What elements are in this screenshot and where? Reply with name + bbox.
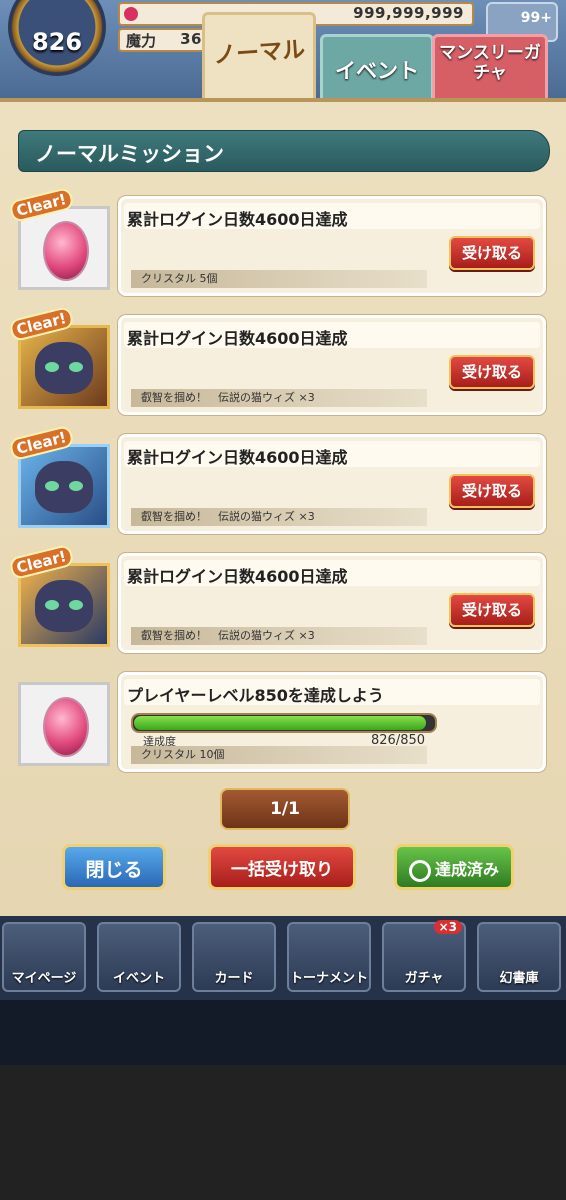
claim-button[interactable]: 受け取る	[449, 593, 535, 627]
completed-button-label: 達成済み	[434, 860, 499, 879]
nav-card[interactable]: カード	[192, 922, 276, 992]
player-level: 826	[31, 28, 83, 56]
panel-title: ノーマルミッション	[35, 142, 224, 166]
mission-reward: 叡智を掴め！ 伝説の猫ウィズ ×3	[131, 508, 427, 526]
crystal-icon	[43, 221, 89, 281]
refresh-icon	[408, 859, 431, 882]
magic-value: 36	[180, 30, 202, 48]
mission-reward: 叡智を掴め！ 伝説の猫ウィズ ×3	[131, 389, 427, 407]
mission-reward: クリスタル 5個	[131, 270, 427, 288]
magic-counter: 魔力 36	[118, 28, 212, 52]
nav-event[interactable]: イベント	[97, 922, 181, 992]
close-button[interactable]: 閉じる	[62, 844, 166, 890]
mission-title: 累計ログイン日数4600日達成	[127, 329, 348, 348]
tab-event-label: イベント	[335, 59, 419, 83]
tab-monthly-label: マンスリーガチャ	[439, 43, 541, 83]
panel-header: ノーマルミッション	[18, 130, 550, 172]
mission-item: Clear! 累計ログイン日数4600日達成 受け取る 叡智を掴め！ 伝説の猫ウ…	[8, 543, 548, 657]
mission-item: プレイヤーレベル850を達成しよう 達成度 826/850 クリスタル 10個	[18, 672, 548, 776]
nav-mypage[interactable]: マイページ	[2, 922, 86, 992]
footer-area	[0, 1000, 566, 1065]
mission-reward: クリスタル 10個	[131, 746, 427, 764]
cat-wiz-icon	[35, 461, 93, 513]
crystal-icon	[43, 697, 89, 757]
mission-item: Clear! 累計ログイン日数4600日達成 受け取る 叡智を掴め！ 伝説の猫ウ…	[8, 305, 548, 419]
game-screen: 826 999,999,999 魔力 36 99+ ノーマル イベント マンスリ…	[0, 0, 566, 1065]
progress-fill	[134, 716, 426, 730]
mission-item: Clear! 累計ログイン日数4600日達成 受け取る 叡智を掴め！ 伝説の猫ウ…	[8, 424, 548, 538]
nav-label: トーナメント	[289, 971, 368, 986]
nav-label: カード	[214, 971, 254, 986]
nav-label: マイページ	[11, 971, 77, 986]
page-indicator[interactable]: 1/1	[220, 788, 350, 830]
mission-card: プレイヤーレベル850を達成しよう 達成度 826/850 クリスタル 10個	[118, 672, 546, 772]
present-count: 99+	[520, 10, 552, 26]
nav-gacha[interactable]: ×3 ガチャ	[382, 920, 466, 992]
nav-label: イベント	[112, 971, 165, 986]
gold-value: 999,999,999	[353, 4, 464, 22]
bottom-nav: マイページ イベント カード トーナメント ×3 ガチャ 幻書庫	[0, 916, 566, 1000]
tab-normal-label: ノーマル	[212, 36, 307, 70]
mission-reward: 叡智を掴め！ 伝説の猫ウィズ ×3	[131, 627, 427, 645]
mission-item: Clear! 累計ログイン日数4600日達成 受け取る クリスタル 5個	[8, 186, 548, 300]
mission-card: 累計ログイン日数4600日達成 受け取る 叡智を掴め！ 伝説の猫ウィズ ×3	[118, 553, 546, 653]
tab-event[interactable]: イベント	[320, 34, 434, 104]
mission-title: 累計ログイン日数4600日達成	[127, 210, 348, 229]
cat-wiz-icon	[35, 342, 93, 394]
player-level-badge[interactable]: 826	[8, 0, 106, 76]
gem-icon	[124, 7, 138, 21]
nav-label: 幻書庫	[499, 971, 539, 986]
cat-wiz-icon	[35, 580, 93, 632]
empty-area	[0, 1065, 566, 1200]
magic-label: 魔力	[126, 32, 157, 50]
gacha-badge: ×3	[433, 920, 462, 934]
completed-button[interactable]: 達成済み	[394, 844, 514, 890]
tab-monthly-gacha[interactable]: マンスリーガチャ	[432, 34, 548, 104]
mission-card: 累計ログイン日数4600日達成 受け取る 叡智を掴め！ 伝説の猫ウィズ ×3	[118, 315, 546, 415]
claim-button[interactable]: 受け取る	[449, 355, 535, 389]
claim-button[interactable]: 受け取る	[449, 236, 535, 270]
mission-card: 累計ログイン日数4600日達成 受け取る クリスタル 5個	[118, 196, 546, 296]
progress-bar	[131, 713, 437, 733]
mission-title: 累計ログイン日数4600日達成	[127, 567, 348, 586]
tab-normal[interactable]: ノーマル	[202, 12, 316, 108]
nav-label: ガチャ	[404, 971, 444, 986]
reward-thumbnail	[18, 682, 110, 766]
mission-title: 累計ログイン日数4600日達成	[127, 448, 348, 467]
mission-panel: ノーマルミッション Clear! 累計ログイン日数4600日達成 受け取る クリ…	[0, 98, 566, 924]
mission-title: プレイヤーレベル850を達成しよう	[127, 686, 384, 705]
nav-library[interactable]: 幻書庫	[477, 922, 561, 992]
claim-button[interactable]: 受け取る	[449, 474, 535, 508]
nav-tournament[interactable]: トーナメント	[287, 922, 371, 992]
mission-card: 累計ログイン日数4600日達成 受け取る 叡智を掴め！ 伝説の猫ウィズ ×3	[118, 434, 546, 534]
claim-all-button[interactable]: 一括受け取り	[208, 844, 356, 890]
